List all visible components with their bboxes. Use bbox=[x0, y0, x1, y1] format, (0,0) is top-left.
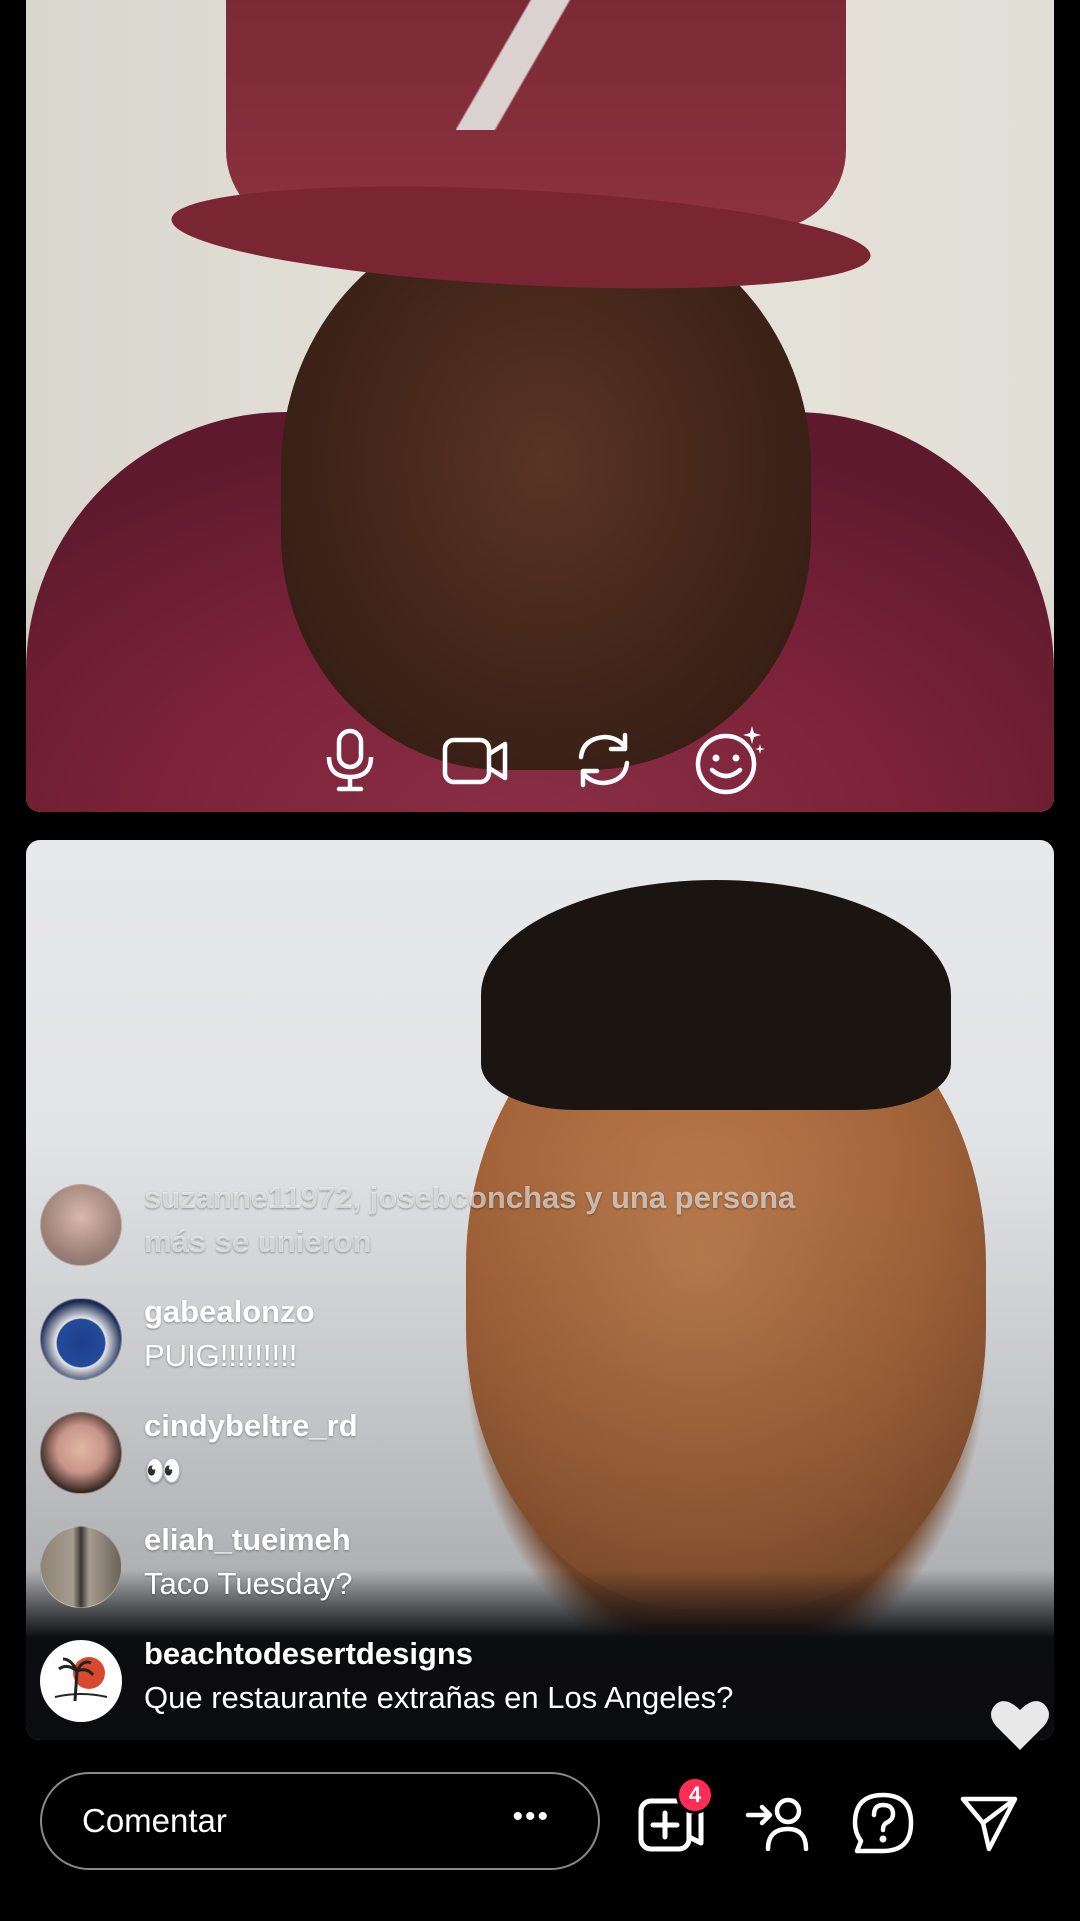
comment-placeholder: Comentar bbox=[82, 1802, 227, 1839]
switch-camera-button[interactable] bbox=[566, 722, 642, 798]
comment-item: suzanne11972, josebconchas y una persona… bbox=[40, 1180, 980, 1266]
avatar[interactable] bbox=[40, 1298, 122, 1380]
comment-item: eliah_tueimeh Taco Tuesday? bbox=[40, 1522, 980, 1608]
share-icon bbox=[960, 1796, 1018, 1852]
avatar[interactable] bbox=[40, 1640, 122, 1722]
avatar[interactable] bbox=[40, 1526, 122, 1608]
guest-hair bbox=[481, 880, 951, 1110]
request-join-button[interactable] bbox=[740, 1786, 814, 1860]
microphone-icon bbox=[326, 728, 374, 792]
heart-icon bbox=[991, 1701, 1049, 1750]
switch-camera-icon bbox=[578, 732, 630, 788]
comment-username[interactable]: cindybeltre_rd bbox=[144, 1408, 358, 1444]
face-effects-icon bbox=[695, 726, 765, 795]
host-face bbox=[281, 210, 811, 770]
questions-icon bbox=[852, 1792, 914, 1854]
comment-text: más se unieron bbox=[144, 1224, 372, 1259]
comment-text: Que restaurante extrañas en Los Angeles? bbox=[144, 1680, 734, 1715]
video-camera-icon bbox=[442, 737, 508, 785]
comment-username[interactable]: gabealonzo bbox=[144, 1294, 315, 1330]
more-options-button[interactable]: ••• bbox=[512, 1800, 550, 1834]
comment-item: beachtodesertdesigns Que restaurante ext… bbox=[40, 1636, 980, 1722]
comment-text: 👀 bbox=[144, 1453, 183, 1488]
microphone-button[interactable] bbox=[312, 722, 388, 798]
comment-text: Taco Tuesday? bbox=[144, 1566, 353, 1601]
notification-badge: 4 bbox=[676, 1776, 714, 1814]
like-button[interactable] bbox=[990, 1698, 1050, 1752]
host-video-panel bbox=[26, 0, 1054, 812]
comment-item: cindybeltre_rd 👀 bbox=[40, 1408, 980, 1494]
cap-logo bbox=[456, 0, 626, 130]
request-join-icon bbox=[745, 1797, 809, 1851]
add-guest-button[interactable]: 4 bbox=[634, 1776, 714, 1860]
comment-text: PUIG!!!!!!!!! bbox=[144, 1338, 298, 1373]
avatar[interactable] bbox=[40, 1412, 122, 1494]
share-button[interactable] bbox=[952, 1786, 1026, 1860]
comment-username[interactable]: beachtodesertdesigns bbox=[144, 1636, 473, 1672]
video-toggle-button[interactable] bbox=[438, 722, 514, 798]
questions-button[interactable] bbox=[846, 1786, 920, 1860]
beach-desert-logo bbox=[54, 1657, 108, 1702]
comment-item: gabealonzo PUIG!!!!!!!!! bbox=[40, 1294, 980, 1380]
avatar[interactable] bbox=[40, 1184, 122, 1266]
comment-username[interactable]: suzanne11972, josebconchas y una persona bbox=[144, 1180, 795, 1216]
comment-username[interactable]: eliah_tueimeh bbox=[144, 1522, 351, 1558]
comment-input[interactable]: Comentar ••• bbox=[40, 1772, 600, 1870]
effects-button[interactable] bbox=[692, 722, 768, 798]
